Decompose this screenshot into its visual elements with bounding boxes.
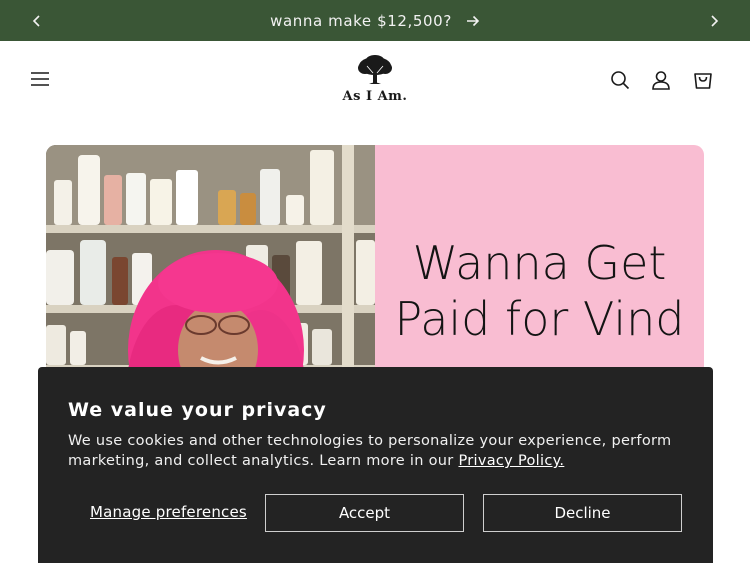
announcement-bar: wanna make $12,500? [0,0,750,41]
privacy-policy-link[interactable]: Privacy Policy. [458,453,564,469]
announcement-next-button[interactable] [693,0,734,41]
menu-icon [31,72,49,86]
chevron-right-icon [710,14,718,27]
site-header: As I Am. [0,41,750,121]
manage-preferences-link[interactable]: Manage preferences [90,503,247,521]
cart-icon [694,73,712,89]
brand-logo[interactable]: As I Am. [326,55,424,111]
cookie-body-text: We use cookies and other technologies to… [68,433,672,469]
cookie-banner: We value your privacy We use cookies and… [38,367,713,563]
search-button[interactable] [605,65,635,95]
cookie-body: We use cookies and other technologies to… [68,431,678,471]
tree-logo-icon [358,55,392,84]
accept-button[interactable]: Accept [265,494,464,532]
account-icon [652,71,670,90]
decline-button[interactable]: Decline [483,494,682,532]
chevron-left-icon [32,14,40,27]
cart-button[interactable] [688,65,718,95]
cookie-title: We value your privacy [68,399,327,421]
search-icon [611,71,630,90]
announcement-prev-button[interactable] [16,0,57,41]
announcement-link[interactable]: wanna make $12,500? [270,12,480,30]
arrow-right-icon [466,15,480,26]
announcement-text: wanna make $12,500? [270,11,452,30]
page: wanna make $12,500? As I Am. Wanna Get P… [0,0,750,563]
account-button[interactable] [646,65,676,95]
brand-name: As I Am. [342,89,408,104]
menu-button[interactable] [24,63,56,95]
